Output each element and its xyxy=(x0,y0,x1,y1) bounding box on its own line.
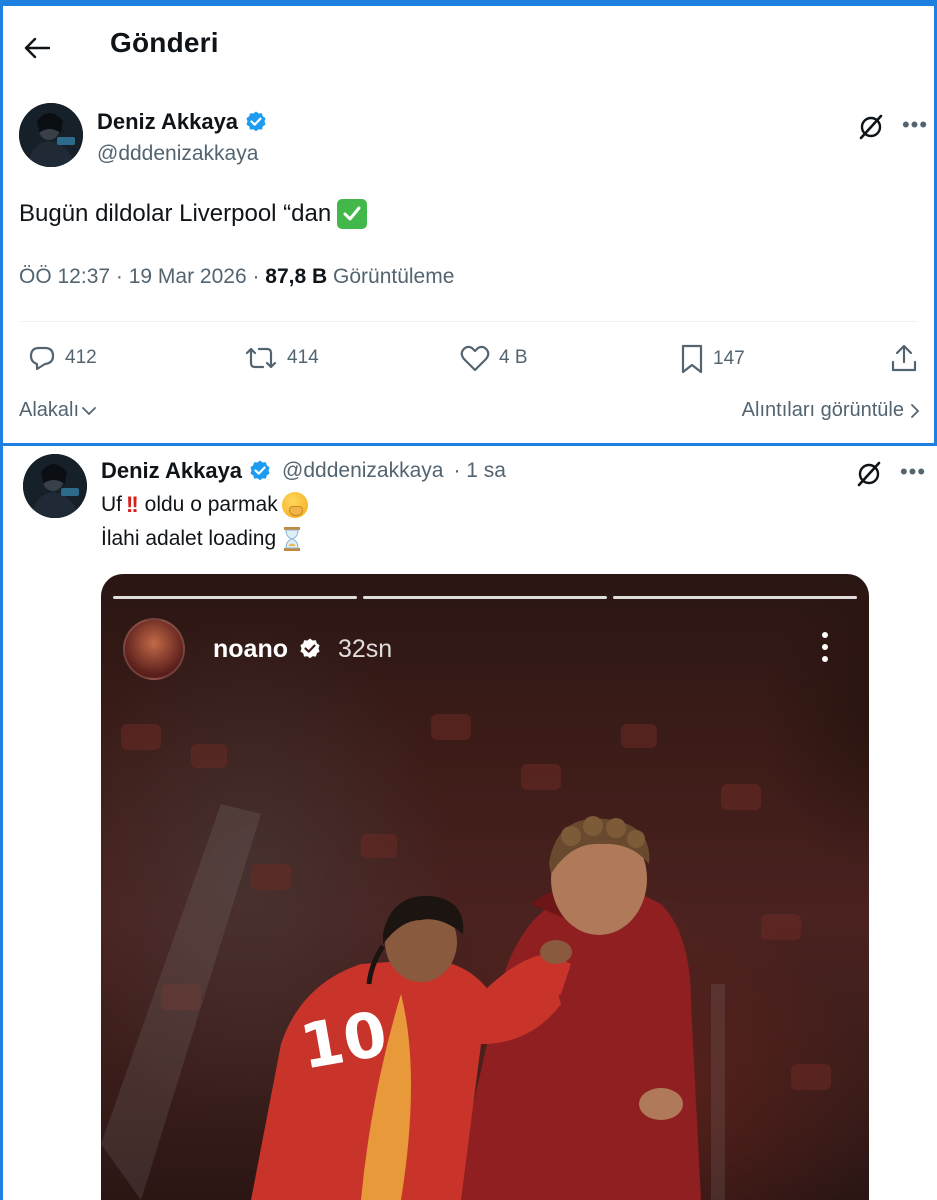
post-age[interactable]: · 1 sa xyxy=(453,459,506,483)
story-progress-segment xyxy=(363,596,607,599)
story-progress-segment xyxy=(113,596,357,599)
bookmark-button[interactable]: 147 xyxy=(679,343,745,375)
post-text-content: Bugün dildolar Liverpool “dan xyxy=(19,200,332,227)
author-handle[interactable]: @dddenizakkaya xyxy=(97,142,258,166)
double-exclamation-emoji: !! xyxy=(126,492,139,517)
author-handle[interactable]: @dddenizakkaya xyxy=(282,459,443,483)
share-button[interactable] xyxy=(889,343,919,373)
reply-count: 412 xyxy=(65,347,97,368)
chevron-down-icon xyxy=(82,406,96,415)
grok-icon[interactable] xyxy=(855,111,887,143)
story-time: 32sn xyxy=(338,634,393,663)
verified-badge-icon xyxy=(246,111,266,132)
repost-count: 414 xyxy=(287,347,319,368)
story-user-header: noano 32sn xyxy=(123,618,392,680)
verified-badge-icon xyxy=(300,638,320,659)
author-name[interactable]: Deniz Akkaya xyxy=(101,458,242,484)
reply-text-part: Uf xyxy=(101,493,122,516)
like-count: 4 B xyxy=(499,347,528,368)
reply-text-part: oldu o parmak xyxy=(144,493,278,516)
avatar[interactable] xyxy=(23,454,87,518)
view-quotes-link[interactable]: Alıntıları görüntüle xyxy=(742,399,920,422)
avatar[interactable] xyxy=(19,103,83,167)
author-name[interactable]: Deniz Akkaya xyxy=(97,109,268,135)
view-quotes-label: Alıntıları görüntüle xyxy=(741,399,904,421)
divider xyxy=(19,321,918,322)
reply-post-header: Deniz Akkaya @dddenizakkaya · 1 sa xyxy=(101,458,506,484)
like-button[interactable]: 4 B xyxy=(459,343,528,373)
story-avatar[interactable] xyxy=(123,618,185,680)
svg-text:10: 10 xyxy=(295,997,393,1084)
bookmark-count: 147 xyxy=(713,348,745,369)
story-progress-bars xyxy=(113,596,857,599)
more-icon[interactable]: ••• xyxy=(899,109,931,141)
bookmark-icon xyxy=(681,344,703,374)
more-icon[interactable]: ••• xyxy=(897,456,929,488)
reply-text-line-2: İlahi adalet loading xyxy=(101,526,302,552)
reply-text-line-1: Uf !! oldu o parmak xyxy=(101,492,308,518)
post-text: Bugün dildolar Liverpool “dan xyxy=(19,199,368,229)
share-icon xyxy=(891,344,917,372)
post-detail-screenshot: Gönderi Deniz Akkaya @dddenizakkaya ••• … xyxy=(0,0,937,446)
more-icon[interactable] xyxy=(817,630,833,664)
reply-post-screenshot: Deniz Akkaya @dddenizakkaya · 1 sa ••• U… xyxy=(0,446,937,1200)
back-arrow-icon[interactable] xyxy=(21,32,53,64)
repost-icon xyxy=(245,347,277,369)
verified-badge-icon xyxy=(250,460,270,481)
post-meta: ÖÖ 12:37 · 19 Mar 2026 · 87,8 B Görüntül… xyxy=(19,265,454,289)
view-label: Görüntüleme xyxy=(333,265,455,288)
reply-button[interactable]: 412 xyxy=(27,343,97,373)
like-icon xyxy=(460,345,490,372)
post-timestamp[interactable]: ÖÖ 12:37 · 19 Mar 2026 · xyxy=(19,265,265,288)
hand-over-mouth-emoji xyxy=(281,492,308,518)
hourglass-emoji xyxy=(284,527,301,551)
page-header: Gönderi xyxy=(3,6,934,86)
check-mark-emoji xyxy=(337,199,368,229)
story-username[interactable]: noano xyxy=(213,635,288,664)
reply-text-part: İlahi adalet loading xyxy=(101,527,277,550)
grok-icon[interactable] xyxy=(853,458,885,490)
page-title: Gönderi xyxy=(110,27,219,58)
story-progress-segment xyxy=(613,596,857,599)
view-count: 87,8 B xyxy=(265,265,328,288)
reply-icon xyxy=(29,346,55,371)
related-dropdown[interactable]: Alakalı xyxy=(19,399,97,422)
chevron-right-icon xyxy=(911,403,920,418)
story-image[interactable]: 10 noano 32sn xyxy=(101,574,869,1200)
author-name-text: Deniz Akkaya xyxy=(97,109,239,134)
related-label: Alakalı xyxy=(19,399,80,421)
repost-button[interactable]: 414 xyxy=(243,343,319,373)
